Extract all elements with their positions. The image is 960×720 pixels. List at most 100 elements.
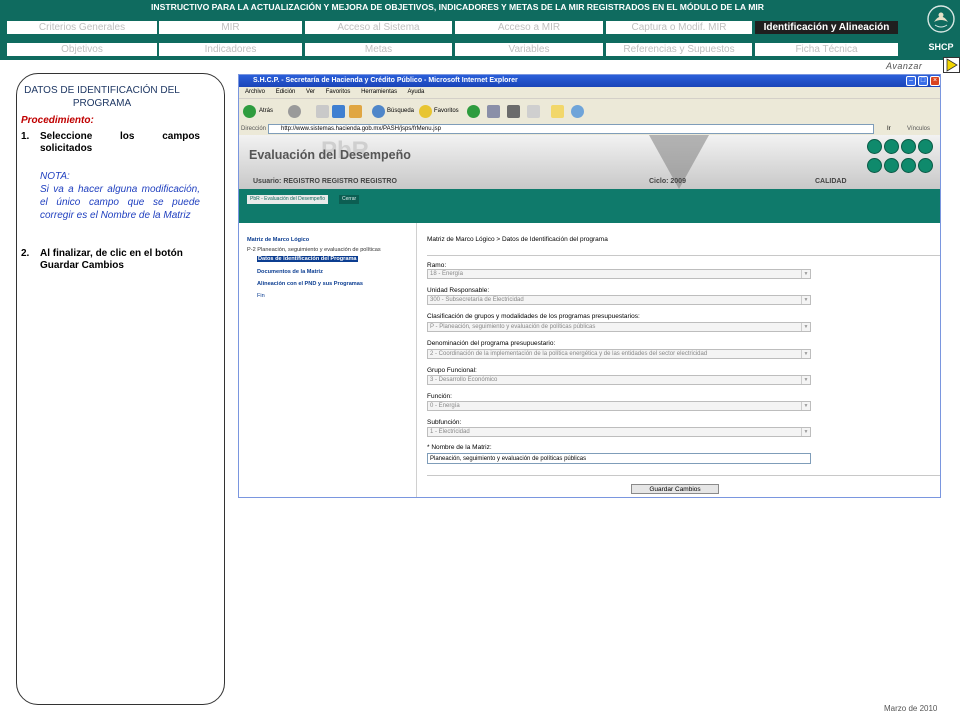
- select-value: 1 - Electricidad: [430, 429, 470, 435]
- browser-toolbar: Atrás Búsqueda Favoritos: [239, 98, 940, 123]
- note-text: Si va a hacer alguna modificación, el ún…: [40, 184, 200, 221]
- history-icon[interactable]: [467, 105, 480, 118]
- phone-icon[interactable]: [867, 139, 882, 154]
- procedure-label: Procedimiento:: [21, 115, 94, 126]
- sound-icon[interactable]: [867, 158, 882, 173]
- menu-ver[interactable]: Ver: [306, 89, 315, 95]
- panel-title: DATOS DE IDENTIFICACIÓN DEL PROGRAMA: [24, 85, 180, 109]
- tab-captura-mir[interactable]: Captura o Modif. MIR: [606, 21, 752, 34]
- tab-acceso-sistema[interactable]: Acceso al Sistema: [305, 21, 452, 34]
- tab-objetivos[interactable]: Objetivos: [7, 43, 157, 56]
- menu-edicion[interactable]: Edición: [276, 89, 296, 95]
- back-arrow-icon[interactable]: [243, 105, 256, 118]
- browser-title: S.H.C.P. - Secretaría de Hacienda y Créd…: [253, 77, 518, 84]
- edit-icon[interactable]: [527, 105, 540, 118]
- prev-icon[interactable]: [884, 158, 899, 173]
- field-label-subfuncion: Subfunción:: [427, 419, 462, 426]
- forward-arrow-icon[interactable]: [288, 105, 301, 118]
- breadcrumb: Matriz de Marco Lógico > Datos de Identi…: [427, 236, 608, 243]
- messenger-icon[interactable]: [571, 105, 584, 118]
- tab-indicadores[interactable]: Indicadores: [159, 43, 302, 56]
- search-icon[interactable]: [372, 105, 385, 118]
- tree-nav: Matriz de Marco Lógico P-2 Planeación, s…: [239, 223, 417, 497]
- chevron-down-icon: ▼: [801, 402, 810, 410]
- links-label[interactable]: Vínculos: [907, 123, 930, 135]
- tab-variables[interactable]: Variables: [455, 43, 603, 56]
- home-icon[interactable]: [349, 105, 362, 118]
- favorites-label[interactable]: Favoritos: [434, 108, 459, 114]
- tab-ficha-tecnica[interactable]: Ficha Técnica: [755, 43, 898, 56]
- select-subfuncion[interactable]: 1 - Electricidad ▼: [427, 427, 811, 437]
- select-funcion[interactable]: 0 - Energía ▼: [427, 401, 811, 411]
- print-icon[interactable]: [507, 105, 520, 118]
- search-label[interactable]: Búsqueda: [387, 108, 414, 114]
- footer-date: Marzo de 2010: [884, 704, 938, 713]
- page-title: INSTRUCTIVO PARA LA ACTUALIZACIÓN Y MEJO…: [151, 2, 764, 12]
- form-area: Matriz de Marco Lógico > Datos de Identi…: [419, 223, 940, 497]
- select-ramo[interactable]: 18 - Energía ▼: [427, 269, 811, 279]
- save-changes-button[interactable]: Guardar Cambios: [631, 484, 719, 494]
- menu-archivo[interactable]: Archivo: [245, 89, 265, 95]
- select-unidad-responsable[interactable]: 300 - Subsecretaría de Electricidad ▼: [427, 295, 811, 305]
- tab-metas[interactable]: Metas: [305, 43, 452, 56]
- divider: [427, 255, 940, 256]
- tab-mir[interactable]: MIR: [159, 21, 302, 34]
- matrix-name-input[interactable]: Planeación, seguimiento y evaluación de …: [427, 453, 811, 464]
- step-2-number: 2.: [21, 248, 30, 259]
- select-value: 300 - Subsecretaría de Electricidad: [430, 297, 524, 303]
- browser-title-bar: S.H.C.P. - Secretaría de Hacienda y Créd…: [239, 75, 940, 87]
- exit-icon[interactable]: [918, 139, 933, 154]
- favorites-star-icon[interactable]: [419, 105, 432, 118]
- user-bar: Usuario: REGISTRO REGISTRO REGISTRO Cicl…: [239, 175, 940, 189]
- back-label[interactable]: Atrás: [259, 108, 273, 114]
- go-button[interactable]: Ir: [887, 123, 891, 135]
- mail-icon[interactable]: [487, 105, 500, 118]
- folder-icon[interactable]: [551, 105, 564, 118]
- chevron-down-icon: ▼: [801, 323, 810, 331]
- tab-criterios-generales[interactable]: Criterios Generales: [7, 21, 157, 34]
- user-name: Usuario: REGISTRO REGISTRO REGISTRO: [253, 178, 397, 185]
- tab-cerrar[interactable]: Cerrar: [339, 195, 360, 204]
- select-denominacion[interactable]: 2 - Coordinación de la implementación de…: [427, 349, 811, 359]
- tree-root[interactable]: Matriz de Marco Lógico: [247, 237, 309, 243]
- tab-identificacion-alineacion[interactable]: Identificación y Alineación: [755, 21, 898, 34]
- tab-acceso-mir[interactable]: Acceso a MIR: [455, 21, 603, 34]
- chevron-down-icon: ▼: [801, 350, 810, 358]
- address-label: Dirección: [241, 126, 267, 132]
- select-clasificacion[interactable]: P - Planeación, seguimiento y evaluación…: [427, 322, 811, 332]
- field-label-funcion: Función:: [427, 393, 452, 400]
- browser-menu-bar: Archivo Edición Ver Favoritos Herramient…: [239, 87, 940, 98]
- tree-item-documentos[interactable]: Documentos de la Matriz: [257, 269, 323, 275]
- stop-icon[interactable]: [316, 105, 329, 118]
- chevron-down-icon: ▼: [801, 376, 810, 384]
- quality-label: CALIDAD: [815, 178, 847, 185]
- field-label-unidad: Unidad Responsable:: [427, 287, 490, 294]
- menu-herramientas[interactable]: Herramientas: [361, 89, 397, 95]
- refresh-icon[interactable]: [332, 105, 345, 118]
- maximize-icon[interactable]: □: [918, 76, 928, 86]
- tab-pbr-evaluacion[interactable]: PbR - Evaluación del Desempeño: [247, 195, 329, 204]
- chevron-down-icon: ▼: [801, 428, 810, 436]
- chevron-down-icon: ▼: [801, 296, 810, 304]
- menu-ayuda[interactable]: Ayuda: [407, 89, 424, 95]
- email-icon[interactable]: [884, 139, 899, 154]
- minimize-icon[interactable]: –: [906, 76, 916, 86]
- url-input[interactable]: http://www.sistemas.hacienda.gob.mx/PASH…: [268, 124, 874, 134]
- home-app-icon[interactable]: [901, 139, 916, 154]
- menu-favoritos[interactable]: Favoritos: [326, 89, 351, 95]
- tree-program[interactable]: P-2 Planeación, seguimiento y evaluación…: [247, 247, 381, 253]
- tree-item-fin[interactable]: Fin: [257, 293, 265, 299]
- mexico-seal-icon: [924, 2, 958, 36]
- select-grupo-funcional[interactable]: 3 - Desarrollo Económico ▼: [427, 375, 811, 385]
- divider: [427, 475, 940, 476]
- help-icon[interactable]: [918, 158, 933, 173]
- tree-item-alineacion[interactable]: Alineación con el PND y sus Programas: [257, 281, 363, 287]
- close-icon[interactable]: ×: [930, 76, 940, 86]
- tree-item-datos-identificacion[interactable]: Datos de Identificación del Programa: [257, 256, 358, 262]
- tab-referencias-supuestos[interactable]: Referencias y Supuestos: [606, 43, 752, 56]
- next-arrow-icon[interactable]: [943, 57, 960, 73]
- select-value: P - Planeación, seguimiento y evaluación…: [430, 324, 596, 330]
- field-label-ramo: Ramo:: [427, 262, 447, 269]
- back-app-icon[interactable]: [901, 158, 916, 173]
- app-title: Evaluación del Desempeño: [249, 148, 411, 162]
